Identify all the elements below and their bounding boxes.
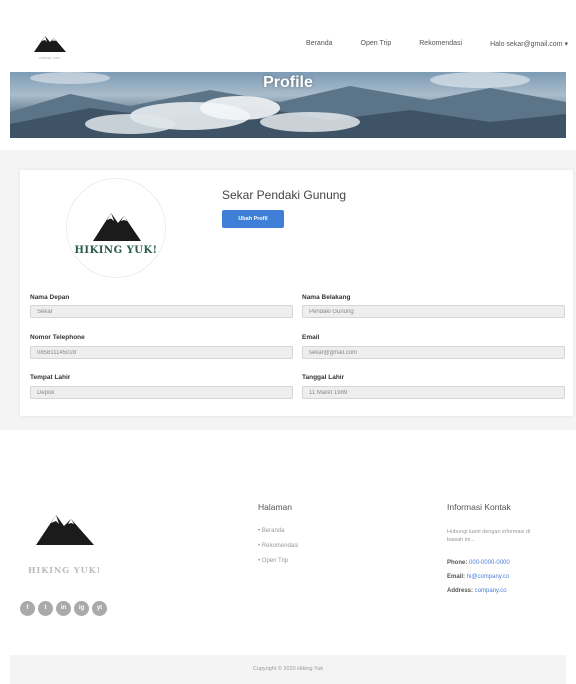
birth-place-input[interactable] [30,386,293,399]
mountain-logo-icon [34,36,66,52]
nav-beranda[interactable]: Beranda [306,40,332,48]
footer-link-open-trip[interactable]: • Open Trip [258,554,298,569]
last-name-input[interactable] [302,305,565,318]
mountain-avatar-icon [93,213,141,241]
hero-banner: Profile [10,72,566,138]
birth-date-label: Tanggal Lahir [302,374,345,381]
nav-open-trip[interactable]: Open Trip [361,40,392,48]
phone-label: Nomor Telephone [30,334,85,341]
twitter-icon[interactable]: t [38,601,53,616]
footer-contact-title: Informasi Kontak [447,502,511,512]
navbar: HIKING YUK! Beranda Open Trip Rekomendas… [0,0,576,72]
address-link[interactable]: company.co [475,588,507,594]
profile-name: Sekar Pendaki Gunung [222,188,347,202]
edit-profile-button[interactable]: Ubah Profil [222,210,284,228]
facebook-icon[interactable]: f [20,601,35,616]
birth-place-label: Tempat Lahir [30,374,71,381]
nav-links: Beranda Open Trip Rekomendasi Halo sekar… [278,40,568,48]
site-logo[interactable]: HIKING YUK! [30,30,70,62]
email-label: Email: [447,574,466,580]
phone-link[interactable]: 000-0000-0000 [469,560,510,566]
linkedin-icon[interactable]: in [56,601,71,616]
copyright-text: Copyright © 2020 Hiking Yuk [252,666,324,672]
address-label: Address: [447,588,474,594]
footer-pages-title: Halaman [258,502,293,512]
user-menu-dropdown[interactable]: Halo sekar@gmail.com [490,40,568,48]
footer-link-beranda[interactable]: • Beranda [258,524,298,539]
footer-pages-list: • Beranda • Rekomendasi • Open Trip [258,524,298,569]
last-name-label: Nama Belakang [302,294,351,301]
email-label: Email [302,334,320,341]
instagram-icon[interactable]: ig [74,601,89,616]
logo-text: HIKING YUK! [39,56,61,60]
youtube-icon[interactable]: yt [92,601,107,616]
avatar-brand-text: HIKING YUK! [74,245,158,256]
first-name-input[interactable] [30,305,293,318]
social-links: f t in ig yt [20,601,107,616]
first-name-label: Nama Depan [30,294,70,301]
page-title: Profile [263,74,313,91]
email-link[interactable]: hi@company.co [467,574,510,580]
email-input[interactable] [302,346,565,359]
footer-logo [30,507,100,547]
footer-brand-text: HIKING YUK! [28,565,102,575]
phone-input[interactable] [30,346,293,359]
avatar: HIKING YUK! [66,178,166,278]
mountain-footer-icon [36,515,94,545]
footer-contact-description: Hubungi kami dengan informasi di bawah i… [447,529,531,543]
birth-date-input[interactable] [302,386,565,399]
contact-email-row: Email: hi@company.co [447,570,509,585]
footer-link-rekomendasi[interactable]: • Rekomendasi [258,539,298,554]
copyright-bar: Copyright © 2020 Hiking Yuk [10,655,566,684]
contact-address-row: Address: company.co [447,584,507,599]
phone-label: Phone: [447,560,468,566]
nav-rekomendasi[interactable]: Rekomendasi [419,40,462,48]
contact-phone-row: Phone: 000-0000-0000 [447,556,510,571]
